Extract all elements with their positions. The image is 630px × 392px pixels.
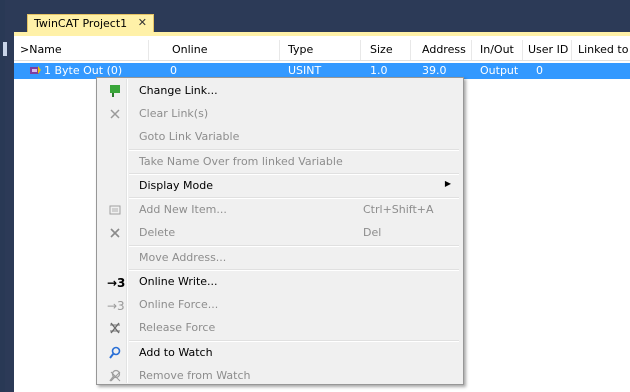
menu-item-label: Display Mode [139, 179, 214, 192]
menu-item-add-to-watch[interactable]: Add to Watch [99, 342, 461, 365]
menu-item-delete[interactable]: Delete Del [99, 222, 461, 245]
menu-item-label: Add New Item... [139, 203, 227, 216]
menu-item-remove-from-watch[interactable]: Remove from Watch [99, 365, 461, 388]
menu-item-label: Goto Link Variable [139, 130, 240, 143]
menu-item-label: Release Force [139, 321, 216, 334]
submenu-arrow-icon: ▶ [444, 179, 451, 188]
cell-size: 1.0 [370, 64, 388, 77]
menu-item-label: Online Force... [139, 298, 219, 311]
menu-item-online-force[interactable]: →3 Online Force... [99, 294, 461, 317]
cell-address: 39.0 [422, 64, 447, 77]
document-tab-strip: TwinCAT Project1 ✕ [12, 0, 630, 36]
context-menu: Change Link... Clear Link(s) Goto Link V… [96, 77, 464, 385]
menu-item-label: Remove from Watch [139, 369, 251, 382]
menu-item-label: Change Link... [139, 84, 218, 97]
cell-name: 1 Byte Out (0) [44, 64, 123, 77]
change-link-icon [107, 84, 123, 100]
menu-item-online-write[interactable]: →3 Online Write... [99, 271, 461, 294]
column-header-online[interactable]: Online [172, 43, 207, 56]
menu-item-take-name-over[interactable]: Take Name Over from linked Variable [99, 151, 461, 174]
column-header-userid[interactable]: User ID [528, 43, 568, 56]
menu-item-display-mode[interactable]: Display Mode ▶ [99, 175, 461, 198]
column-header-inout[interactable]: In/Out [480, 43, 514, 56]
column-divider[interactable] [148, 40, 149, 60]
online-write-icon: →3 [107, 276, 126, 290]
add-item-icon [107, 203, 123, 219]
column-divider[interactable] [471, 40, 472, 60]
tab-twincat-project1[interactable]: TwinCAT Project1 ✕ [27, 14, 154, 33]
menu-item-add-new-item[interactable]: Add New Item... Ctrl+Shift+A [99, 199, 461, 222]
menu-item-move-address[interactable]: Move Address... [99, 247, 461, 270]
add-watch-icon [107, 346, 123, 362]
column-header-name[interactable]: >Name [20, 43, 62, 56]
menu-item-goto-link-variable[interactable]: Goto Link Variable [99, 126, 461, 149]
column-divider[interactable] [279, 40, 280, 60]
menu-item-label: Clear Link(s) [139, 107, 209, 120]
column-divider[interactable] [522, 40, 523, 60]
left-frame-edge [0, 0, 5, 392]
menu-item-shortcut: Del [363, 226, 382, 239]
column-divider[interactable] [360, 40, 361, 60]
cell-inout: Output [480, 64, 519, 77]
menu-item-label: Add to Watch [139, 346, 213, 359]
output-variable-icon [30, 66, 41, 74]
menu-item-change-link[interactable]: Change Link... [99, 80, 461, 103]
column-header-size[interactable]: Size [370, 43, 393, 56]
splitter-handle[interactable] [3, 42, 7, 56]
delete-icon [107, 226, 123, 242]
remove-watch-icon [107, 369, 123, 385]
menu-item-label: Take Name Over from linked Variable [139, 155, 343, 168]
cell-userid: 0 [536, 64, 543, 77]
release-force-icon [107, 321, 123, 337]
menu-item-label: Move Address... [139, 251, 227, 264]
menu-item-release-force[interactable]: Release Force [99, 317, 461, 340]
clear-link-icon [107, 107, 123, 123]
column-divider[interactable] [410, 40, 411, 60]
cell-online: 0 [170, 64, 177, 77]
menu-item-clear-links[interactable]: Clear Link(s) [99, 103, 461, 126]
column-header-linked-to[interactable]: Linked to [578, 43, 628, 56]
menu-item-label: Delete [139, 226, 176, 239]
menu-item-label: Online Write... [139, 275, 218, 288]
column-divider[interactable] [571, 40, 572, 60]
cell-type: USINT [288, 64, 322, 77]
list-header: >Name Online Type Size Address In/Out Us… [14, 40, 630, 61]
online-force-icon: →3 [107, 299, 125, 313]
menu-item-shortcut: Ctrl+Shift+A [363, 203, 434, 216]
column-header-type[interactable]: Type [288, 43, 313, 56]
close-icon[interactable]: ✕ [138, 16, 147, 29]
column-header-address[interactable]: Address [422, 43, 466, 56]
tab-title: TwinCAT Project1 [34, 17, 128, 30]
